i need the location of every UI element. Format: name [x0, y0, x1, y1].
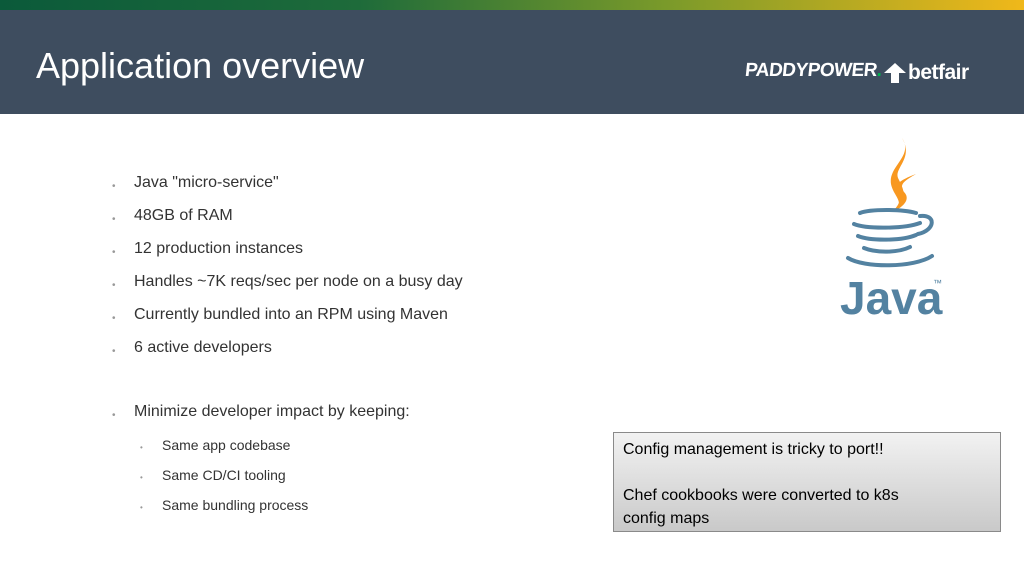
java-cup-icon	[846, 208, 934, 268]
bullet-item: • Currently bundled into an RPM using Mav…	[112, 306, 612, 339]
bullet-dot: •	[112, 313, 116, 324]
bullet-spacer	[112, 372, 612, 403]
bullet-text: 12 production instances	[134, 240, 303, 257]
bullet-text: Java "micro-service"	[134, 174, 279, 191]
sub-bullet-text: Same bundling process	[162, 497, 309, 513]
bullet-dot: •	[140, 473, 143, 482]
bullet-dot: •	[112, 247, 116, 258]
java-logo-text: Java	[840, 272, 943, 322]
bullet-item: • Java "micro-service"	[112, 174, 612, 207]
paddypower-logo-dot: .	[875, 60, 883, 81]
betfair-logo: betfair	[884, 60, 969, 86]
bullet-dot: •	[140, 443, 143, 452]
betfair-logo-text: betfair	[908, 61, 969, 84]
betfair-arrow-icon	[884, 63, 906, 83]
bullet-list: • Java "micro-service" • 48GB of RAM • 12 p…	[112, 174, 612, 526]
sub-bullet-text: Same app codebase	[162, 437, 291, 453]
callout-line: config maps	[623, 510, 710, 527]
paddypower-logo: PADDYPOWER.	[744, 60, 883, 82]
sub-bullet-text: Same CD/CI tooling	[162, 467, 286, 483]
java-logo: Java ™	[840, 138, 943, 322]
slide-title: Application overview	[36, 45, 365, 86]
bullet-text: Currently bundled into an RPM using Mave…	[134, 306, 448, 323]
bullet-item: • 12 production instances	[112, 240, 612, 273]
paddypower-logo-text: PADDYPOWER	[743, 60, 879, 81]
callout-spacer	[623, 461, 991, 484]
bullet-text: Handles ~7K reqs/sec per node on a busy …	[134, 273, 463, 290]
callout-note: Config management is tricky to port!! Ch…	[613, 432, 1001, 532]
bullet-dot: •	[112, 214, 116, 225]
bullet-item: • Handles ~7K reqs/sec per node on a busy…	[112, 273, 612, 306]
bullet-dot: •	[112, 181, 116, 192]
bullet-item: • 48GB of RAM	[112, 207, 612, 240]
sub-bullet-item: • Same bundling process	[112, 496, 612, 526]
bullet-dot: •	[112, 280, 116, 291]
callout-line: Chef cookbooks were converted to k8s	[623, 487, 899, 504]
bullet-item: • Minimize developer impact by keeping:	[112, 403, 612, 436]
bullet-dot: •	[112, 346, 116, 357]
sub-bullet-item: • Same app codebase	[112, 436, 612, 466]
bullet-dot: •	[140, 503, 143, 512]
bullet-dot: •	[112, 410, 116, 421]
sub-bullet-item: • Same CD/CI tooling	[112, 466, 612, 496]
bullet-item: • 6 active developers	[112, 339, 612, 372]
bullet-text: Minimize developer impact by keeping:	[134, 403, 410, 420]
bullet-text: 48GB of RAM	[134, 207, 233, 224]
bullet-text: 6 active developers	[134, 339, 272, 356]
slide-header: Application overview PADDYPOWER. betfair	[0, 10, 1024, 114]
java-steam-icon	[890, 138, 916, 212]
brand-color-stripe	[0, 0, 1024, 10]
java-trademark: ™	[933, 278, 942, 288]
callout-line: Config management is tricky to port!!	[623, 441, 884, 458]
